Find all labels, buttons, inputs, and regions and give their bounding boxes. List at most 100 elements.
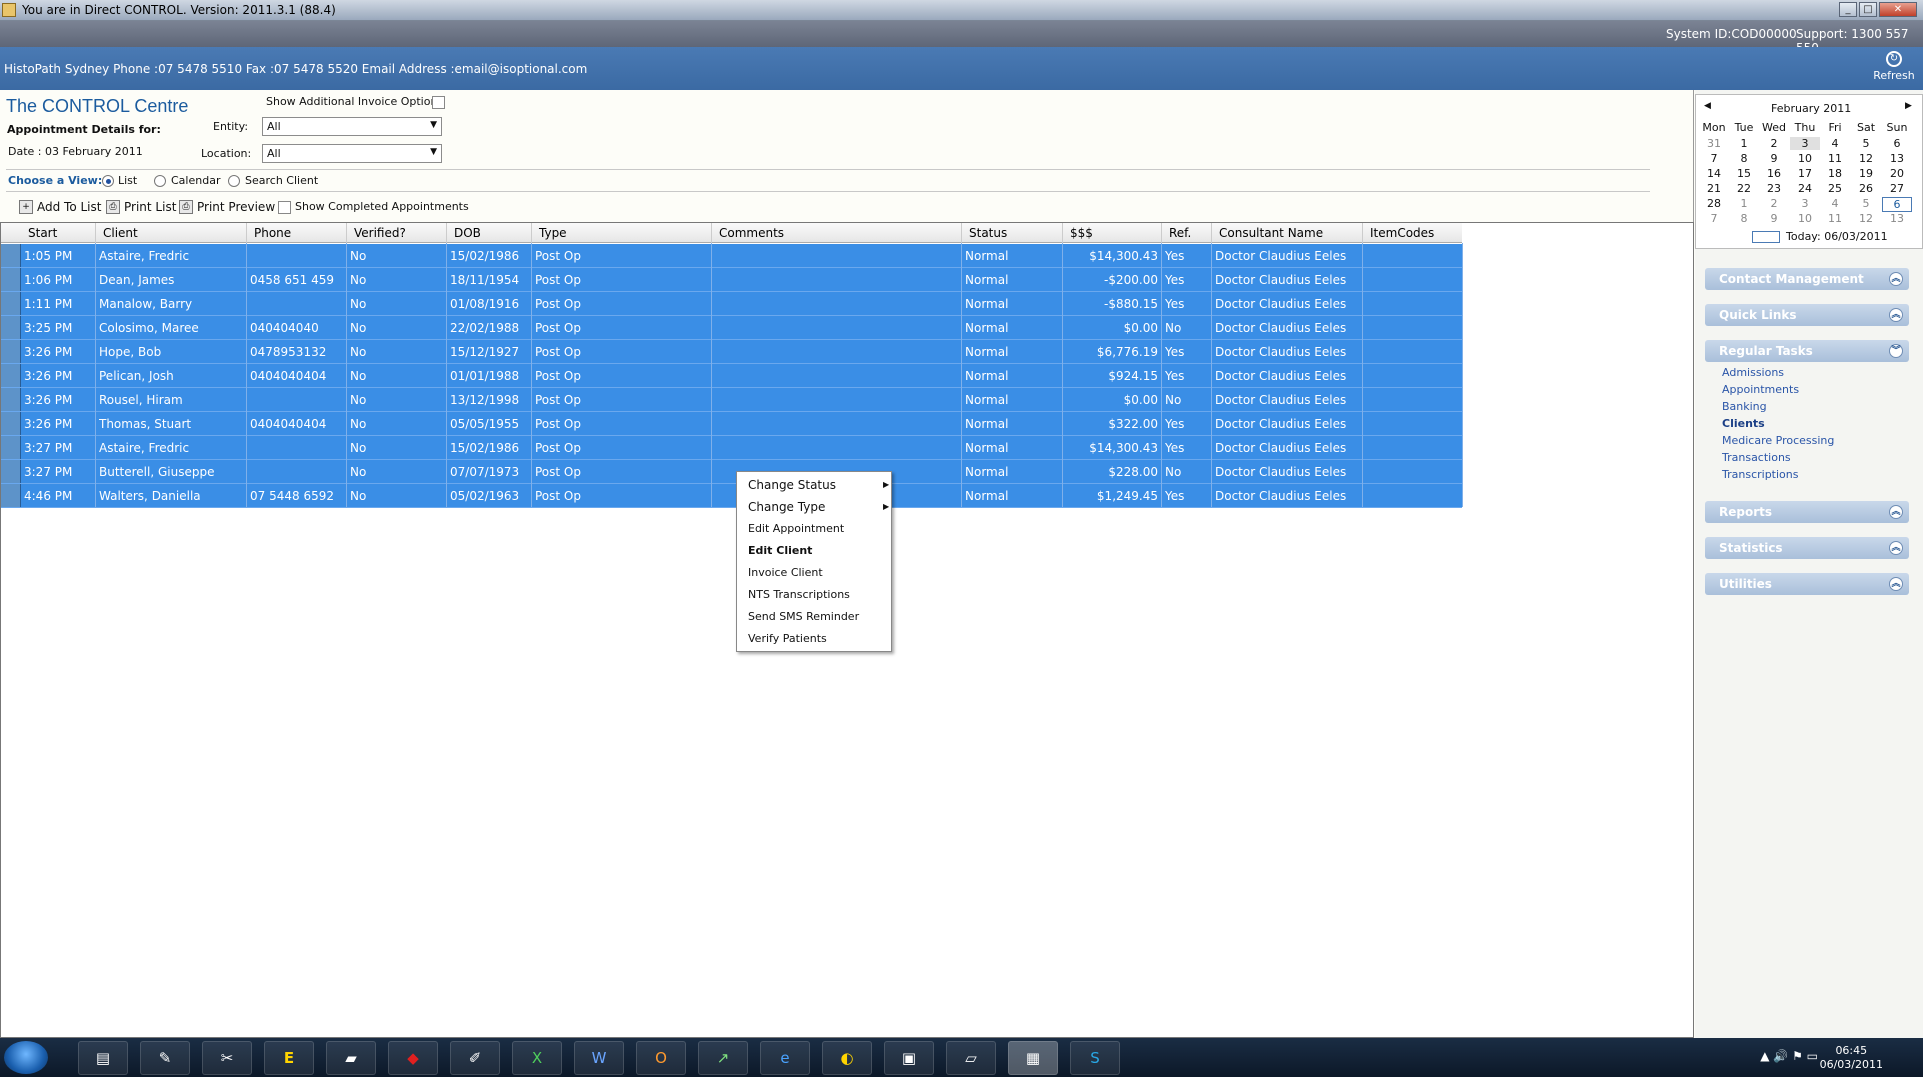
refresh-button[interactable]: ↻ Refresh [1873, 51, 1915, 82]
row-selector[interactable] [1, 388, 21, 411]
table-row[interactable]: 1:11 PM Manalow, Barry No 01/08/1916 Post Op… [1, 292, 1462, 316]
table-row[interactable]: 1:05 PM Astaire, Fredric No 15/02/1986 Post … [1, 244, 1462, 268]
calendar-day[interactable]: 5 [1851, 197, 1881, 210]
column-header-ref[interactable]: Ref. [1169, 226, 1191, 240]
calendar-day[interactable]: 3 [1790, 137, 1820, 150]
location-select[interactable]: All ▼ [262, 144, 442, 163]
show-invoice-options-checkbox[interactable] [432, 96, 445, 109]
calendar-day[interactable]: 2 [1759, 137, 1789, 150]
calendar-today-link[interactable]: Today: 06/03/2011 [1786, 230, 1888, 243]
calendar-day[interactable]: 28 [1699, 197, 1729, 210]
add-to-list-button[interactable]: + Add To List [19, 200, 101, 214]
column-header-dob[interactable]: DOB [454, 226, 481, 240]
calendar-day[interactable]: 8 [1729, 152, 1759, 165]
skype-icon[interactable]: S [1070, 1041, 1120, 1075]
word-icon[interactable]: W [574, 1041, 624, 1075]
column-header-itemcodes[interactable]: ItemCodes [1370, 226, 1434, 240]
utility-icon[interactable]: ◐ [822, 1041, 872, 1075]
menu-item-edit-client[interactable]: Edit Client [748, 544, 812, 557]
remote-desktop-icon[interactable]: ▣ [884, 1041, 934, 1075]
menu-item-verify-patients[interactable]: Verify Patients [748, 632, 827, 645]
calendar-day[interactable]: 1 [1729, 197, 1759, 210]
link-medicare-processing[interactable]: Medicare Processing [1722, 434, 1834, 447]
menu-item-change-status[interactable]: Change Status ▶ [748, 478, 889, 492]
row-selector[interactable] [1, 316, 21, 339]
table-row[interactable]: 3:27 PM Butterell, Giuseppe No 07/07/1973 Po… [1, 460, 1462, 484]
calendar-day[interactable]: 6 [1882, 137, 1912, 150]
chevron-up-icon[interactable]: ︽ [1889, 308, 1903, 322]
panel-utilities[interactable]: Utilities ︽ [1705, 573, 1909, 595]
row-selector[interactable] [1, 244, 21, 267]
link-banking[interactable]: Banking [1722, 400, 1767, 413]
calendar-day[interactable]: 12 [1851, 152, 1881, 165]
calendar-day[interactable]: 3 [1790, 197, 1820, 210]
menu-item-invoice-client[interactable]: Invoice Client [748, 566, 823, 579]
entity-select[interactable]: All ▼ [262, 117, 442, 136]
calendar-day[interactable]: 2 [1759, 197, 1789, 210]
column-header-comments[interactable]: Comments [719, 226, 784, 240]
column-header-start[interactable]: Start [28, 226, 57, 240]
calendar-prev-button[interactable]: ◀ [1704, 101, 1711, 111]
row-selector[interactable] [1, 268, 21, 291]
calendar-day[interactable]: 26 [1851, 182, 1881, 195]
panel-reports[interactable]: Reports ︽ [1705, 501, 1909, 523]
menu-item-send-sms-reminder[interactable]: Send SMS Reminder [748, 610, 859, 623]
close-button[interactable]: ✕ [1879, 2, 1917, 17]
calendar-day[interactable]: 23 [1759, 182, 1789, 195]
explorer-icon[interactable]: ▤ [78, 1041, 128, 1075]
calendar-day[interactable]: 15 [1729, 167, 1759, 180]
editor-e-icon[interactable]: E [264, 1041, 314, 1075]
calendar-day[interactable]: 5 [1851, 137, 1881, 150]
menu-item-nts-transcriptions[interactable]: NTS Transcriptions [748, 588, 850, 601]
panel-quick-links[interactable]: Quick Links ︽ [1705, 304, 1909, 326]
menu-item-edit-appointment[interactable]: Edit Appointment [748, 522, 844, 535]
folder-icon[interactable]: ▰ [326, 1041, 376, 1075]
table-row[interactable]: 3:25 PM Colosimo, Maree 040404040 No 22/02/1… [1, 316, 1462, 340]
column-header-client[interactable]: Client [103, 226, 138, 240]
direct-control-app-icon[interactable]: ▦ [1008, 1041, 1058, 1075]
calendar-day[interactable]: 9 [1759, 212, 1789, 225]
calendar-next-button[interactable]: ▶ [1905, 101, 1912, 111]
panel-contact-management[interactable]: Contact Management ︽ [1705, 268, 1909, 290]
calendar-day[interactable]: 19 [1851, 167, 1881, 180]
paint-icon[interactable]: ✎ [140, 1041, 190, 1075]
calendar-day[interactable]: 11 [1820, 152, 1850, 165]
column-header-type[interactable]: Type [539, 226, 567, 240]
calendar-day[interactable]: 8 [1729, 212, 1759, 225]
view-search-client-radio[interactable] [228, 175, 240, 187]
row-selector[interactable] [1, 460, 21, 483]
link-transactions[interactable]: Transactions [1722, 451, 1791, 464]
row-selector[interactable] [1, 484, 21, 507]
column-header-verified[interactable]: Verified? [354, 226, 406, 240]
view-calendar-radio[interactable] [154, 175, 166, 187]
show-completed-checkbox[interactable] [278, 201, 291, 214]
chevron-up-icon[interactable]: ︽ [1889, 541, 1903, 555]
menu-item-change-type[interactable]: Change Type ▶ [748, 500, 889, 514]
print-list-button[interactable]: ⎙ Print List [106, 200, 176, 214]
column-header-consultant[interactable]: Consultant Name [1219, 226, 1323, 240]
internet-explorer-icon[interactable]: e [760, 1041, 810, 1075]
outlook-icon[interactable]: O [636, 1041, 686, 1075]
calendar-day[interactable]: 10 [1790, 152, 1820, 165]
link-admissions[interactable]: Admissions [1722, 366, 1784, 379]
calendar-day[interactable]: 7 [1699, 212, 1729, 225]
table-row[interactable]: 3:26 PM Hope, Bob 0478953132 No 15/12/1927 Po… [1, 340, 1462, 364]
column-header-amount[interactable]: $$$ [1070, 226, 1093, 240]
clock[interactable]: 06:45 06/03/2011 [1820, 1044, 1883, 1072]
row-selector[interactable] [1, 292, 21, 315]
link-transcriptions[interactable]: Transcriptions [1722, 468, 1798, 481]
calendar-day[interactable]: 9 [1759, 152, 1789, 165]
column-header-status[interactable]: Status [969, 226, 1007, 240]
calendar-day[interactable]: 4 [1820, 197, 1850, 210]
calendar-day[interactable]: 11 [1820, 212, 1850, 225]
table-row[interactable]: 4:46 PM Walters, Daniella 07 5448 6592 No 05… [1, 484, 1462, 508]
print-preview-button[interactable]: ⎙ Print Preview [179, 200, 275, 214]
link-appointments[interactable]: Appointments [1722, 383, 1799, 396]
column-header-phone[interactable]: Phone [254, 226, 291, 240]
calendar-day[interactable]: 17 [1790, 167, 1820, 180]
calendar-day[interactable]: 14 [1699, 167, 1729, 180]
stock-chart-icon[interactable]: ↗ [698, 1041, 748, 1075]
start-button[interactable] [4, 1041, 48, 1074]
minimize-button[interactable]: _ [1839, 2, 1857, 17]
chevron-up-icon[interactable]: ︽ [1889, 577, 1903, 591]
